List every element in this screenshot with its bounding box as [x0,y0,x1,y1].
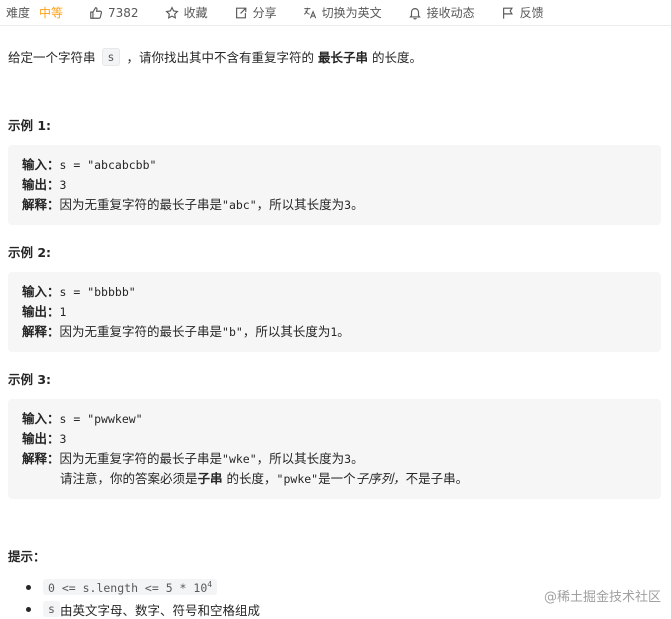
hint-code-text: 0 <= s.length <= 5 * 10 [48,580,208,595]
favorite-label: 收藏 [183,6,208,20]
problem-page: 难度 中等 7382 收藏 分享 切换为英文 接收动态 反馈 给定一个字符串 s… [0,0,671,619]
example-1-title: 示例 1: [8,118,52,133]
input-value: s = "bbbbb" [59,285,136,299]
hint-item: s 由英文字母、数字、符号和空格组成 [26,598,260,619]
hint-item: 0 <= s.length <= 5 * 104 [26,576,260,598]
description-bold: 最长子串 [317,50,368,65]
output-value: 3 [59,178,67,192]
output-label: 输出： [22,431,60,446]
like-button[interactable]: 7382 [89,6,139,20]
explanation-label: 解释： [22,324,60,339]
note-text: 请注意，你的答案必须是 [60,471,198,486]
problem-toolbar: 难度 中等 7382 收藏 分享 切换为英文 接收动态 反馈 [0,0,671,26]
feedback-label: 反馈 [519,6,544,20]
example-2-box: 输入： s = "bbbbb" 输出： 1 解释： 因为无重复字符的最长子串是 … [8,272,661,352]
input-value: s = "pwwkew" [59,412,143,426]
example-2-explanation: 解释： 因为无重复字符的最长子串是 "b" ，所以其长度为 1 。 [22,322,647,342]
hint-exponent: 4 [207,579,213,589]
flag-icon [502,7,513,19]
notify-button[interactable]: 接收动态 [408,4,475,21]
note-text: 是一个 [318,471,356,486]
example-3-input: 输入： s = "pwwkew" [22,409,647,429]
example-3-output: 输出： 3 [22,429,647,449]
switch-language-label: 切换为英文 [321,6,382,20]
explanation-text: ，所以其长度为 [242,324,331,339]
output-value: 3 [59,432,67,446]
input-label: 输入： [22,157,60,172]
note-text: 的长度， [226,471,277,486]
example-2-input: 输入： s = "bbbbb" [22,282,647,302]
output-value: 1 [59,305,67,319]
output-label: 输出： [22,304,60,319]
explanation-number: 3 [344,452,352,466]
hints-list: 0 <= s.length <= 5 * 104 s 由英文字母、数字、符号和空… [26,576,260,619]
example-2-title: 示例 2: [8,245,52,260]
example-3-title: 示例 3: [8,372,52,387]
description-text-2: ，请你找出其中不含有重复字符的 [126,50,314,65]
input-label: 输入： [22,284,60,299]
hint-code: 0 <= s.length <= 5 * 104 [43,578,218,596]
example-1-box: 输入： s = "abcabcbb" 输出： 3 解释： 因为无重复字符的最长子… [8,145,661,225]
description-text-3: 的长度。 [371,50,422,65]
example-3-note: 请注意，你的答案必须是 子串 的长度， "pwke" 是一个 子序列， 不是子串… [22,469,647,489]
share-icon [235,7,246,18]
explanation-text: 。 [351,451,364,466]
explanation-text: ，所以其长度为 [256,451,345,466]
explanation-text: 因为无重复字符的最长子串是 [59,451,223,466]
explanation-label: 解释： [22,451,60,466]
example-1-output: 输出： 3 [22,175,647,195]
explanation-label: 解释： [22,197,60,212]
explanation-code: "wke" [222,452,257,466]
hints-title: 提示： [8,549,46,564]
description-code-s: s [101,47,121,66]
example-3-box: 输入： s = "pwwkew" 输出： 3 解释： 因为无重复字符的最长子串是… [8,399,661,499]
output-label: 输出： [22,177,60,192]
like-count: 7382 [108,5,139,20]
hint-code: s [43,601,60,617]
explanation-text: ，所以其长度为 [256,197,345,212]
note-italic: 子序列， [355,471,406,486]
watermark: @稀土掘金技术社区 [543,590,661,605]
bell-icon [408,7,421,20]
bullet [26,606,31,612]
explanation-code: "b" [222,325,243,339]
explanation-text: 因为无重复字符的最长子串是 [59,197,223,212]
feedback-button[interactable]: 反馈 [501,4,544,21]
explanation-number: 1 [330,325,338,339]
note-text: 不是子串。 [405,471,469,486]
hint-text: 由英文字母、数字、符号和空格组成 [59,602,260,618]
example-1-input: 输入： s = "abcabcbb" [22,155,647,175]
input-value: s = "abcabcbb" [59,158,157,172]
problem-description: 给定一个字符串 s ，请你找出其中不含有重复字符的 最长子串 的长度。 [8,47,422,66]
example-3-explanation: 解释： 因为无重复字符的最长子串是 "wke" ，所以其长度为 3 。 [22,449,647,469]
share-label: 分享 [252,6,277,20]
star-icon [164,5,179,19]
translate-icon [303,7,316,18]
explanation-text: 因为无重复字符的最长子串是 [59,324,223,339]
example-1-explanation: 解释： 因为无重复字符的最长子串是 "abc" ，所以其长度为 3 。 [22,195,647,215]
input-label: 输入： [22,411,60,426]
difficulty-label: 难度 [6,6,31,20]
thumbs-up-icon [90,6,103,19]
notify-label: 接收动态 [426,6,475,20]
note-bold: 子串 [197,471,223,486]
bullet [26,584,31,590]
explanation-text: 。 [337,324,350,339]
note-code: "pwke" [276,472,319,486]
favorite-button[interactable]: 收藏 [164,4,208,21]
switch-language-button[interactable]: 切换为英文 [303,4,382,21]
explanation-text: 。 [351,197,364,212]
example-2-output: 输出： 1 [22,302,647,322]
explanation-code: "abc" [222,198,257,212]
description-text-1: 给定一个字符串 [8,50,96,65]
difficulty-value: 中等 [39,6,64,20]
explanation-number: 3 [344,198,352,212]
share-button[interactable]: 分享 [234,4,277,21]
